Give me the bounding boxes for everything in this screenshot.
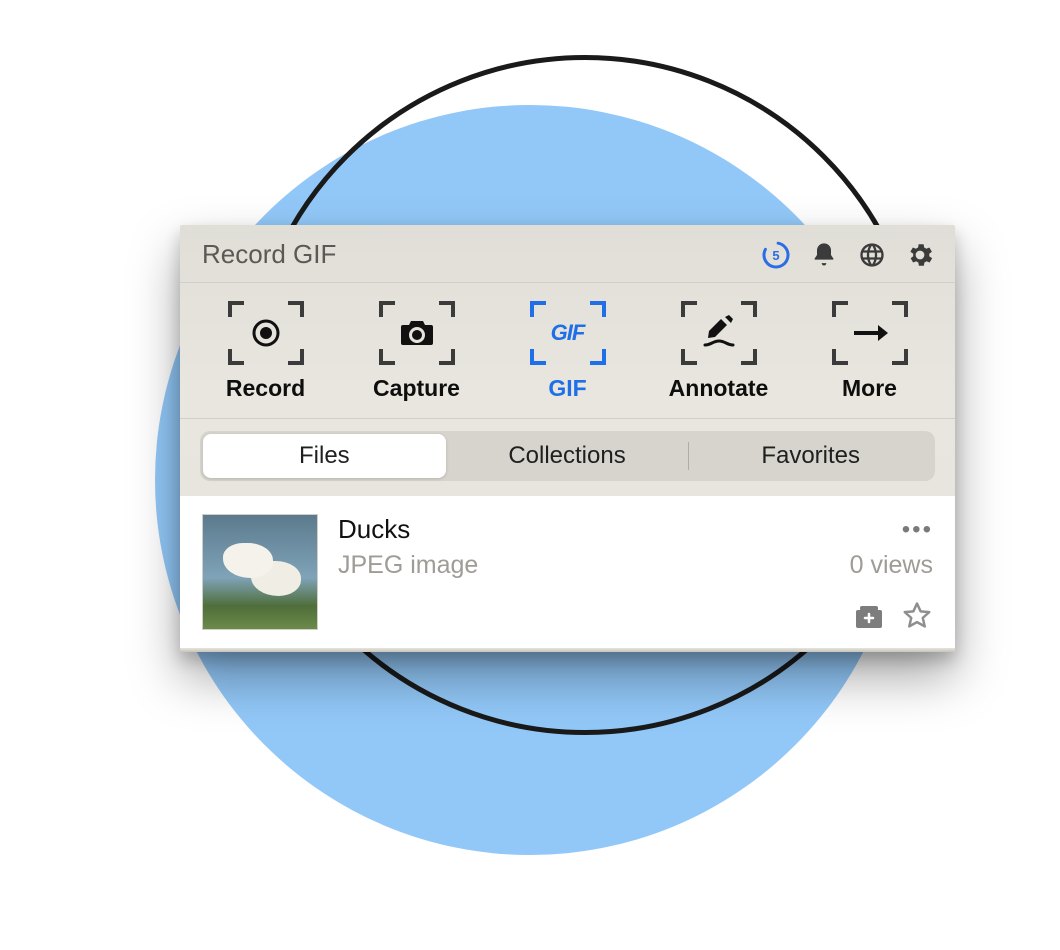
camera-icon	[379, 301, 455, 365]
pencil-annotate-icon	[681, 301, 757, 365]
tab-collections[interactable]: Collections	[446, 434, 689, 478]
tab-files[interactable]: Files	[203, 434, 446, 478]
svg-text:5: 5	[772, 248, 779, 263]
annotate-button[interactable]: Annotate	[651, 301, 786, 402]
view-tabs: Files Collections Favorites	[200, 431, 935, 481]
titlebar-actions: 5	[761, 240, 935, 270]
favorite-star-icon[interactable]	[901, 600, 933, 632]
file-name: Ducks	[338, 514, 410, 545]
file-views: 0 views	[850, 551, 933, 580]
globe-icon[interactable]	[857, 240, 887, 270]
file-thumbnail	[202, 514, 318, 630]
main-toolbar: Record Capture GIF GIF Annotate	[180, 283, 955, 419]
timer-icon[interactable]: 5	[761, 240, 791, 270]
gif-button[interactable]: GIF GIF	[500, 301, 635, 402]
arrow-right-icon	[832, 301, 908, 365]
record-icon	[228, 301, 304, 365]
record-button[interactable]: Record	[198, 301, 333, 402]
settings-icon[interactable]	[905, 240, 935, 270]
titlebar: Record GIF 5	[180, 225, 955, 283]
more-button[interactable]: More	[802, 301, 937, 402]
gif-icon: GIF	[530, 301, 606, 365]
file-type: JPEG image	[338, 551, 478, 580]
file-info: Ducks ••• JPEG image 0 views	[338, 514, 933, 632]
window-title: Record GIF	[202, 239, 336, 270]
notifications-icon[interactable]	[809, 240, 839, 270]
add-to-collection-icon[interactable]	[853, 600, 885, 632]
list-bottom-border	[180, 648, 955, 652]
app-window: Record GIF 5 Reco	[180, 225, 955, 652]
file-row[interactable]: Ducks ••• JPEG image 0 views	[180, 496, 955, 648]
capture-button[interactable]: Capture	[349, 301, 484, 402]
file-list: Ducks ••• JPEG image 0 views	[180, 495, 955, 652]
tab-favorites[interactable]: Favorites	[689, 434, 932, 478]
file-more-icon[interactable]: •••	[902, 516, 933, 544]
